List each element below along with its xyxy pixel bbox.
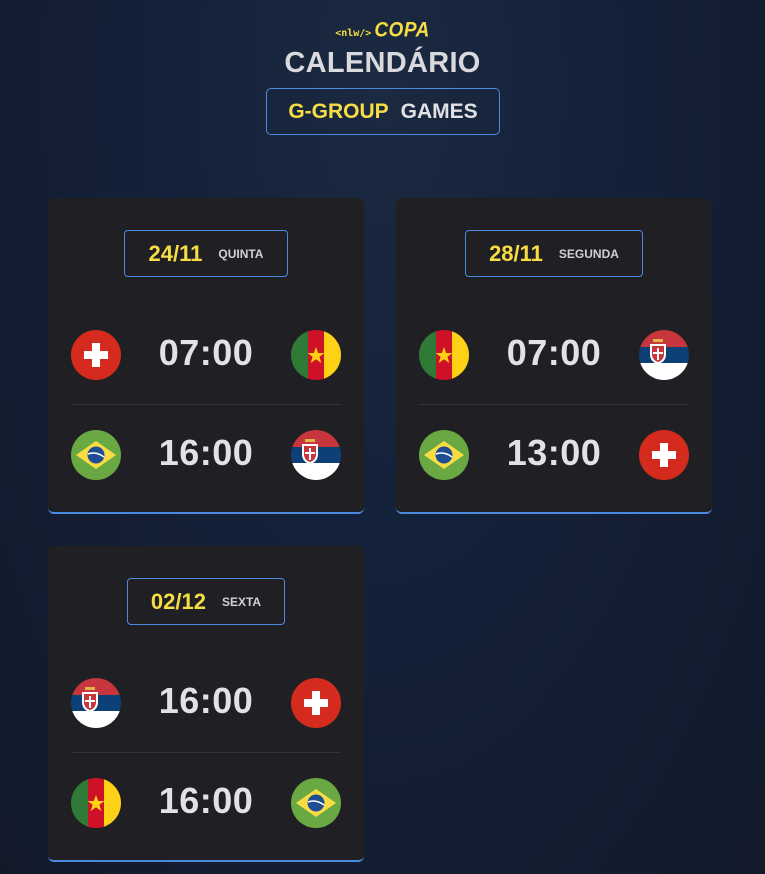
match-row: 13:00 (419, 430, 689, 480)
match-day-card: 28/11 SEGUNDA 07:00 13:00 (396, 198, 712, 514)
date-badge: 02/12 SEXTA (127, 578, 285, 625)
match-row: 16:00 (71, 778, 341, 828)
match-divider (71, 752, 341, 753)
switzerland-flag-icon (71, 330, 121, 380)
brazil-flag-icon (419, 430, 469, 480)
logo-word: COPA (374, 18, 430, 42)
match-time: 16:00 (158, 432, 254, 473)
match-divider (71, 404, 341, 405)
match-time: 13:00 (506, 432, 602, 473)
nlw-copa-logo: <nlw/> COPA (0, 18, 765, 42)
date-label: 24/11 (148, 240, 203, 266)
date-badge: 24/11 QUINTA (124, 230, 288, 277)
date-label: 28/11 (489, 240, 543, 266)
match-row: 16:00 (71, 430, 341, 480)
serbia-flag-icon (291, 430, 341, 480)
brazil-flag-icon (291, 778, 341, 828)
match-row: 07:00 (71, 330, 341, 380)
cameroon-flag-icon (71, 778, 121, 828)
logo-prefix: <nlw/> (335, 28, 372, 39)
group-badge: G-GROUP GAMES (266, 88, 500, 135)
switzerland-flag-icon (639, 430, 689, 480)
group-name: G-GROUP (288, 99, 389, 123)
serbia-flag-icon (639, 330, 689, 380)
weekday-label: SEGUNDA (558, 246, 619, 261)
match-row: 07:00 (419, 330, 689, 380)
match-time: 16:00 (158, 780, 254, 821)
match-time: 07:00 (158, 332, 254, 373)
match-time: 07:00 (506, 332, 602, 373)
match-day-card: 24/11 QUINTA 07:00 16:00 (48, 198, 364, 514)
date-label: 02/12 (150, 588, 206, 614)
match-divider (419, 404, 689, 405)
weekday-label: SEXTA (221, 594, 262, 609)
group-games-label: GAMES (400, 99, 478, 123)
weekday-label: QUINTA (218, 246, 264, 261)
match-row: 16:00 (71, 678, 341, 728)
serbia-flag-icon (71, 678, 121, 728)
brazil-flag-icon (71, 430, 121, 480)
date-badge: 28/11 SEGUNDA (465, 230, 643, 277)
match-day-card: 02/12 SEXTA 16:00 16:00 (48, 546, 364, 862)
match-time: 16:00 (158, 680, 254, 721)
page-title: CALENDÁRIO (284, 47, 481, 79)
cameroon-flag-icon (419, 330, 469, 380)
cameroon-flag-icon (291, 330, 341, 380)
switzerland-flag-icon (291, 678, 341, 728)
